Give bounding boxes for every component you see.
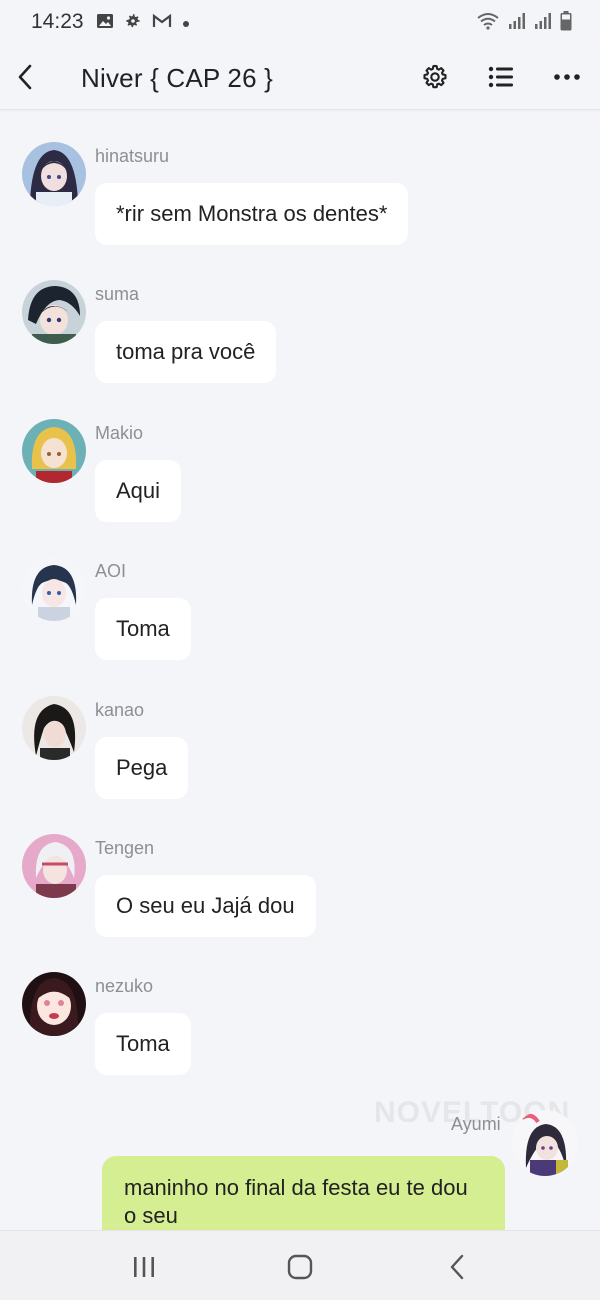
message-bubble[interactable]: toma pra você: [95, 321, 277, 383]
message-bubble[interactable]: *rir sem Monstra os dentes*: [95, 183, 409, 245]
sender-name: Ayumi: [451, 1114, 501, 1134]
system-back-button[interactable]: [440, 1251, 474, 1283]
recent-apps-button[interactable]: [127, 1251, 161, 1283]
system-nav-bar: [0, 1230, 600, 1300]
status-bar: 14:23: [0, 0, 600, 44]
sender-name: kanao: [95, 700, 145, 720]
avatar[interactable]: [22, 280, 86, 344]
settings-button[interactable]: [418, 60, 452, 94]
recent-apps-icon: [134, 1257, 154, 1277]
wifi-icon: [476, 12, 500, 35]
avatar[interactable]: [22, 142, 86, 206]
image-icon: [96, 13, 114, 34]
avatar[interactable]: [22, 557, 86, 621]
message-bubble[interactable]: Toma: [95, 598, 191, 660]
sender-name: Tengen: [95, 838, 155, 858]
app-bar: Niver { CAP 26 }: [0, 44, 600, 110]
sender-name: hinatsuru: [95, 146, 170, 166]
status-icons-left: [96, 12, 190, 35]
chapter-list-button[interactable]: [484, 60, 518, 94]
status-icons-right: [476, 11, 572, 36]
avatar[interactable]: [22, 834, 86, 898]
back-button[interactable]: [10, 60, 40, 94]
back-icon: [450, 1254, 464, 1280]
sender-name: Makio: [95, 423, 144, 443]
gmail-icon: [152, 13, 172, 34]
home-icon: [287, 1254, 313, 1280]
avatar[interactable]: [22, 972, 86, 1036]
dot-icon: [182, 15, 190, 33]
more-options-button[interactable]: [550, 60, 584, 94]
avatar[interactable]: [512, 1110, 578, 1176]
message-bubble[interactable]: Aqui: [95, 460, 182, 522]
avatar[interactable]: [22, 419, 86, 483]
list-icon: [488, 66, 513, 88]
status-time: 14:23: [31, 10, 84, 33]
message-bubble[interactable]: O seu eu Jajá dou: [95, 875, 316, 937]
message-bubble[interactable]: Toma: [95, 1013, 191, 1075]
back-arrow-icon: [18, 64, 32, 90]
sender-name: nezuko: [95, 976, 154, 996]
signal-icon: [508, 12, 526, 35]
sender-name: AOI: [95, 561, 127, 581]
avatar[interactable]: [22, 696, 86, 760]
gear-icon: [423, 64, 447, 89]
sender-name: suma: [95, 284, 140, 304]
page-title: Niver { CAP 26 }: [81, 63, 274, 93]
battery-icon: [560, 11, 572, 36]
more-dots-icon: [554, 74, 580, 80]
message-bubble[interactable]: Pega: [95, 737, 189, 799]
signal-icon: [534, 12, 552, 35]
home-button[interactable]: [283, 1251, 317, 1283]
settings-icon: [124, 12, 142, 35]
